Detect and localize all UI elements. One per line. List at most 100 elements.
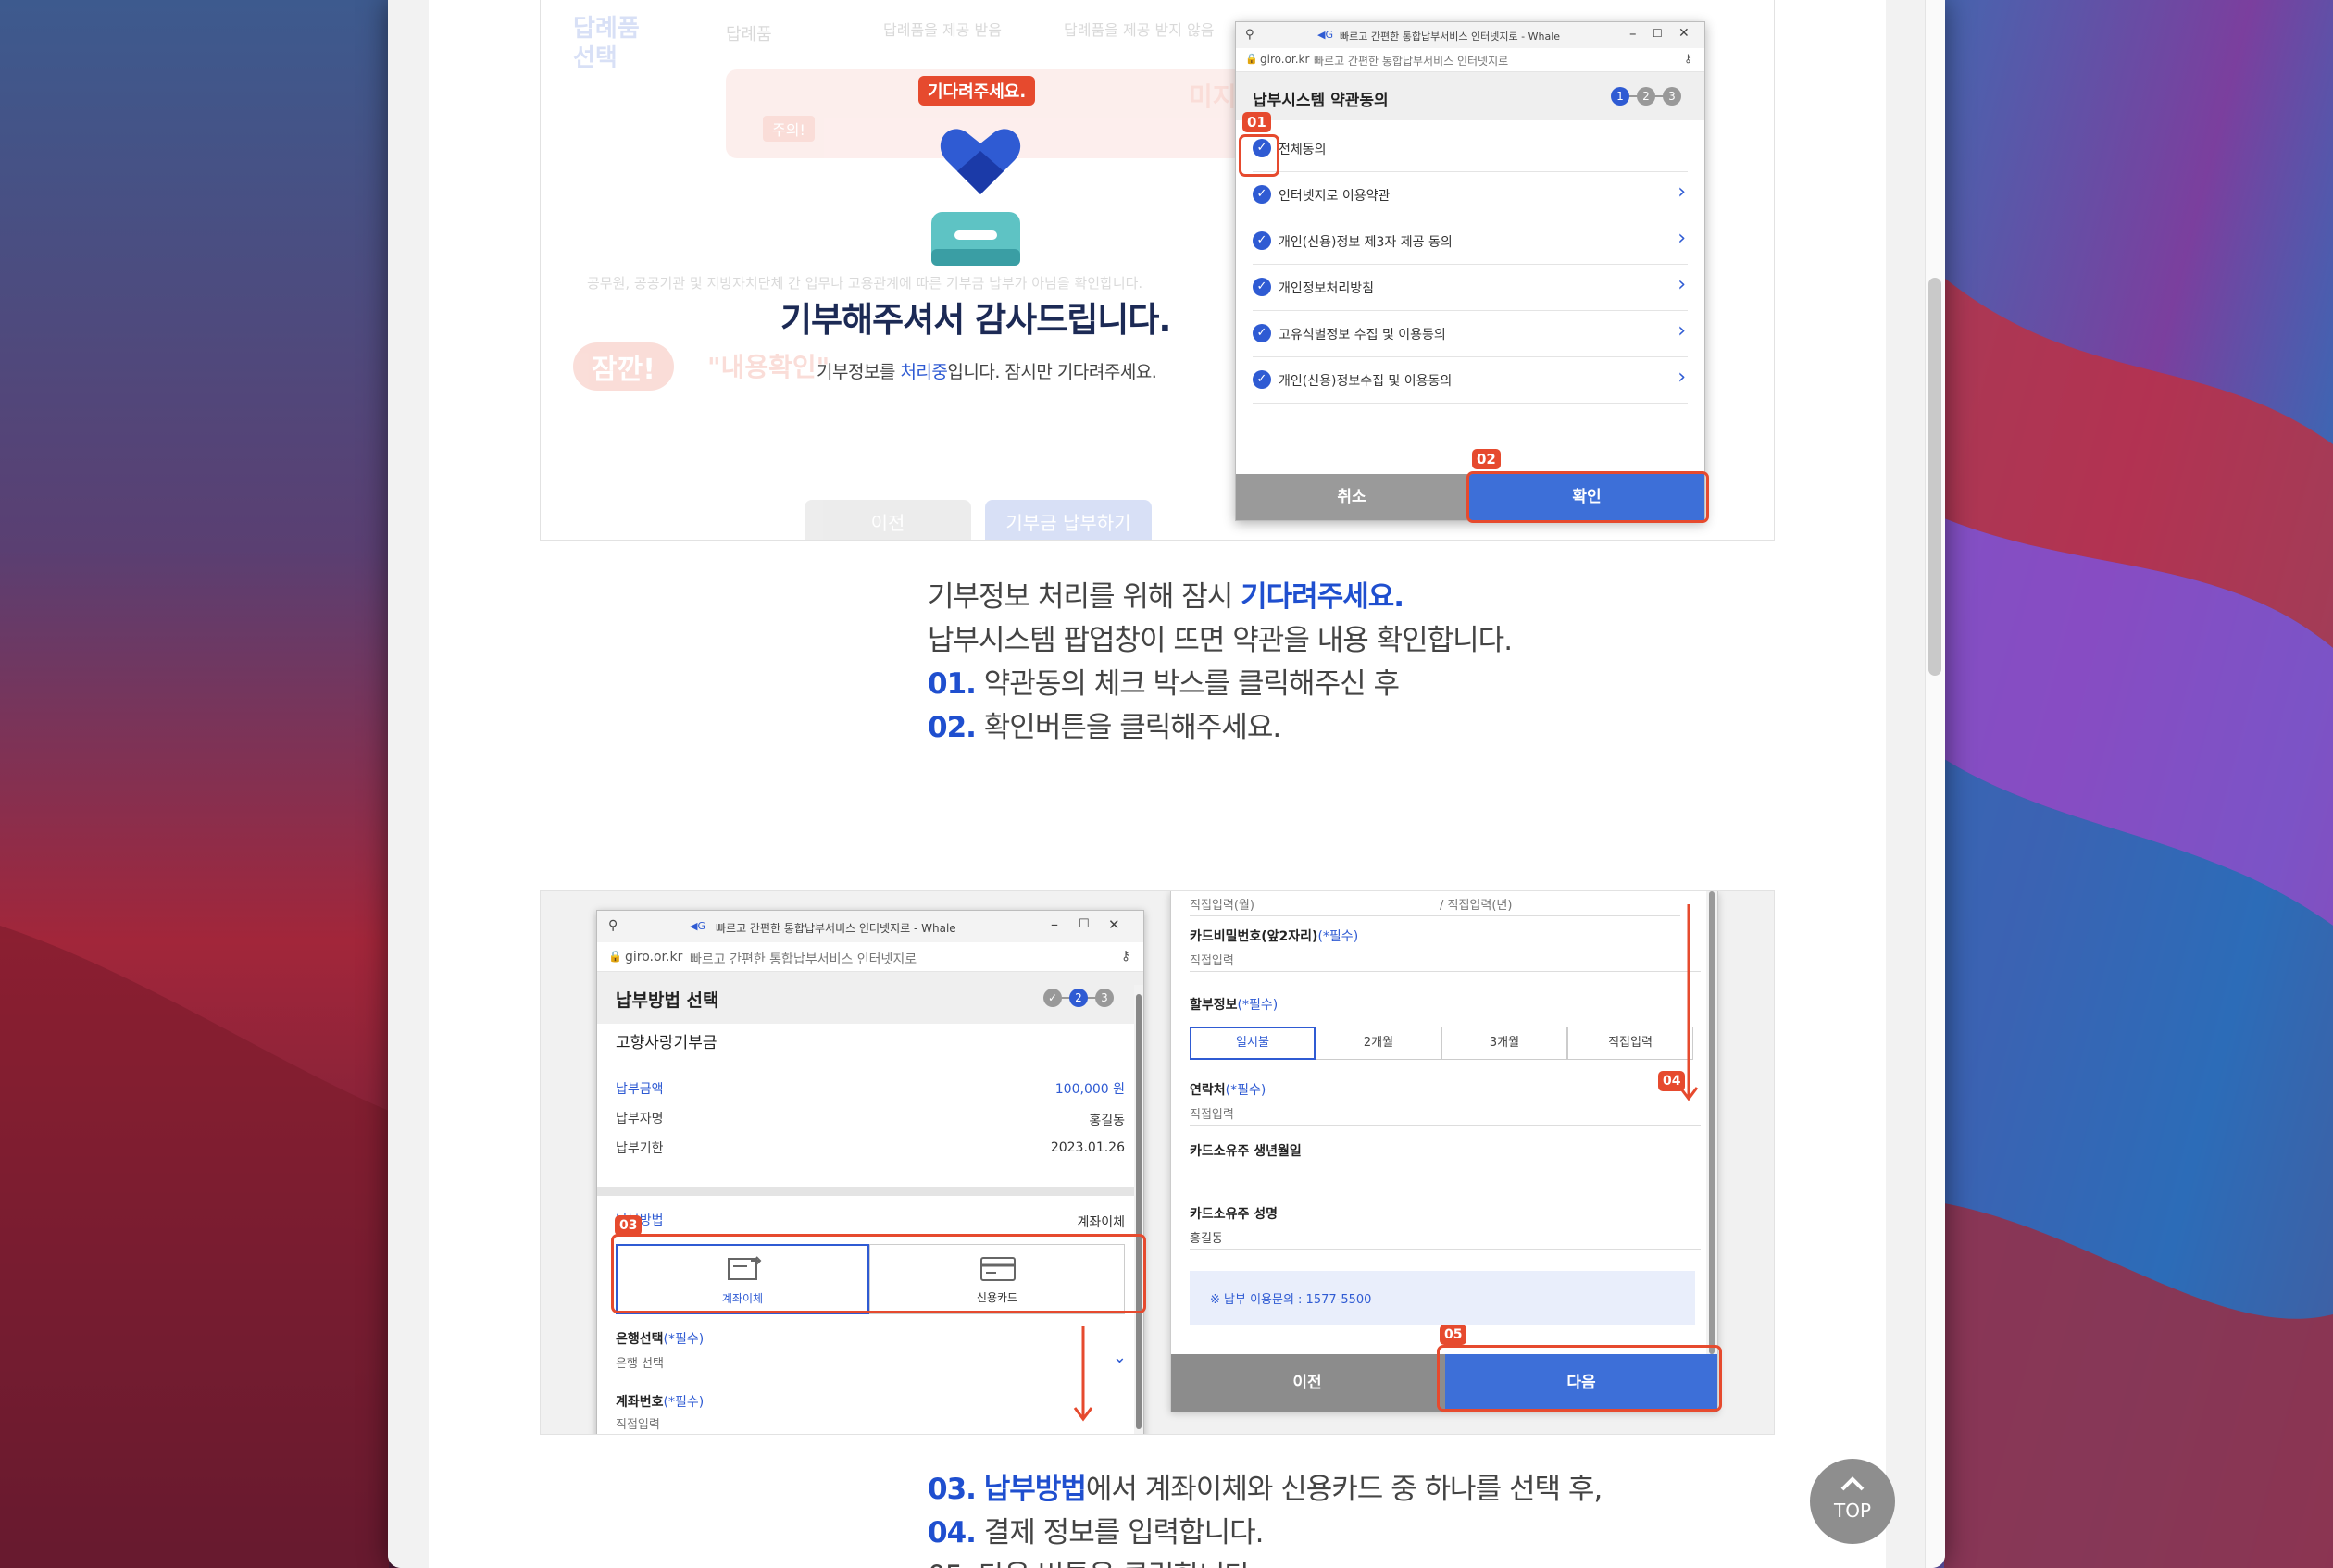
pin-icon[interactable]: ⚲ bbox=[608, 918, 618, 933]
instruction-line-1: 기부정보 처리를 위해 잠시 기다려주세요. bbox=[928, 580, 1404, 614]
divider bbox=[1190, 915, 1680, 916]
chevron-right-icon[interactable]: › bbox=[1678, 182, 1686, 203]
panel-scrollbar[interactable] bbox=[1706, 891, 1717, 1354]
whale-logo-icon: ◀G bbox=[1317, 29, 1333, 41]
instruction-line-2: 납부시스템 팝업창이 뜨면 약관을 내용 확인합니다. bbox=[928, 624, 1513, 657]
organization-name: 고향사랑기부금 bbox=[616, 1034, 717, 1052]
terms-checkbox-3[interactable]: ✓ bbox=[1253, 278, 1271, 296]
method-value: 계좌이체 bbox=[1077, 1215, 1125, 1230]
whale-logo-icon: ◀G bbox=[690, 920, 705, 932]
installment-option-2[interactable]: 2개월 bbox=[1316, 1027, 1441, 1060]
close-icon[interactable]: ✕ bbox=[1678, 26, 1690, 41]
minimize-icon[interactable]: – bbox=[1629, 25, 1637, 42]
terms-label-5: 개인(신용)정보수집 및 이용동의 bbox=[1279, 374, 1453, 389]
terms-row-2[interactable]: ✓ 개인(신용)정보 제3자 제공 동의 › bbox=[1253, 218, 1688, 265]
scrollbar-thumb[interactable] bbox=[1928, 278, 1941, 676]
chevron-down-icon[interactable]: ⌄ bbox=[1113, 1348, 1127, 1367]
chevron-right-icon[interactable]: › bbox=[1678, 229, 1686, 249]
terms-checkbox-1[interactable]: ✓ bbox=[1253, 185, 1271, 204]
section-divider bbox=[597, 1187, 1143, 1196]
step-1: 1 bbox=[1611, 87, 1629, 106]
step-2: 2 bbox=[1069, 989, 1088, 1007]
confirm-content-text: "내용확인" bbox=[707, 352, 830, 382]
all-agree-row[interactable]: ✓ 전체동의 bbox=[1253, 126, 1688, 172]
top-label: TOP bbox=[1833, 1500, 1872, 1522]
key-icon: ⚷ bbox=[1684, 52, 1692, 65]
bg-prev-button: 이전 bbox=[805, 500, 971, 540]
birth-label[interactable]: 카드소유주 생년월일 bbox=[1190, 1141, 1302, 1160]
owner-input[interactable]: 홍길동 bbox=[1190, 1228, 1223, 1246]
wait-banner: 잠깐! bbox=[573, 342, 674, 391]
inquiry-text: ※ 납부 이용문의 : 1577-5500 bbox=[1210, 1293, 1372, 1307]
pin-icon[interactable]: ⚲ bbox=[1245, 28, 1254, 42]
browser-window: 답례품 선택 답례품 답례품을 제공 받음 답례품을 제공 받지 않음 미지급 … bbox=[388, 0, 1945, 1568]
lock-icon: 🔒 bbox=[608, 950, 622, 963]
terms-checkbox-4[interactable]: ✓ bbox=[1253, 324, 1271, 342]
terms-row-3[interactable]: ✓ 개인정보처리방침 › bbox=[1253, 265, 1688, 311]
terms-checkbox-5[interactable]: ✓ bbox=[1253, 370, 1271, 389]
card-password-input[interactable]: 직접입력 bbox=[1190, 951, 1234, 968]
terms-row-4[interactable]: ✓ 고유식별정보 수집 및 이용동의 › bbox=[1253, 311, 1688, 357]
chevron-right-icon[interactable]: › bbox=[1678, 275, 1686, 295]
panel-scrollbar-thumb[interactable] bbox=[1709, 891, 1715, 1354]
minimize-icon[interactable]: – bbox=[1051, 915, 1058, 933]
all-agree-label: 전체동의 bbox=[1279, 143, 1327, 157]
screenshot-terms-agreement: 답례품 선택 답례품 답례품을 제공 받음 답례품을 제공 받지 않음 미지급 … bbox=[540, 0, 1775, 541]
step-3: 3 bbox=[1095, 989, 1114, 1007]
contact-input[interactable]: 직접입력 bbox=[1190, 1104, 1234, 1122]
divider bbox=[1190, 971, 1701, 972]
amount-value: 100,000 원 bbox=[1054, 1082, 1125, 1097]
maximize-icon[interactable]: ☐ bbox=[1653, 27, 1663, 40]
account-label: 계좌번호(*필수) bbox=[616, 1395, 705, 1410]
popup-scrollbar[interactable] bbox=[1134, 985, 1143, 1434]
highlight-confirm bbox=[1466, 471, 1709, 523]
wait-tag: 기다려주세요. bbox=[918, 76, 1036, 106]
gift-select-label: 답례품 선택 bbox=[573, 15, 640, 72]
page-gutter-right bbox=[1886, 0, 1927, 1568]
close-icon[interactable]: ✕ bbox=[1108, 916, 1120, 933]
prev-button[interactable]: 이전 bbox=[1171, 1354, 1443, 1412]
maximize-icon[interactable]: ☐ bbox=[1079, 917, 1090, 931]
bank-label: 은행선택(*필수) bbox=[616, 1332, 705, 1347]
official-check-note: 공무원, 공공기관 및 지방자치단체 간 업무나 고용관계에 따른 기부금 납부… bbox=[587, 275, 1143, 292]
thanks-heading: 기부해주셔서 감사드립니다. bbox=[780, 300, 1171, 340]
gift-option-decline: 답례품을 제공 받지 않음 bbox=[1064, 21, 1215, 39]
installment-option-3[interactable]: 3개월 bbox=[1441, 1027, 1567, 1060]
page-gutter-left bbox=[388, 0, 429, 1568]
instruction-line-3: 01. 약관동의 체크 박스를 클릭해주신 후 bbox=[928, 667, 1400, 701]
lock-icon: 🔒 bbox=[1245, 53, 1258, 65]
popup-title: 빠르고 간편한 통합납부서비스 인터넷지로 - Whale bbox=[1340, 31, 1561, 43]
heart-icon bbox=[940, 129, 1021, 194]
installment-option-4[interactable]: 직접입력 bbox=[1567, 1027, 1693, 1060]
step-2: 2 bbox=[1637, 87, 1655, 106]
chevron-right-icon[interactable]: › bbox=[1678, 321, 1686, 342]
terms-row-5[interactable]: ✓ 개인(신용)정보수집 및 이용동의 › bbox=[1253, 357, 1688, 404]
chevron-right-icon[interactable]: › bbox=[1678, 367, 1686, 388]
account-input[interactable]: 직접입력 bbox=[616, 1414, 660, 1432]
terms-checkbox-2[interactable]: ✓ bbox=[1253, 231, 1271, 250]
payer-label: 납부자명 bbox=[616, 1112, 664, 1126]
chevron-up-icon bbox=[1840, 1476, 1865, 1491]
step-badge-04: 04 bbox=[1658, 1071, 1686, 1091]
terms-row-1[interactable]: ✓ 인터넷지로 이용약관 › bbox=[1253, 172, 1688, 218]
popup-url-bar: 🔒 giro.or.kr 빠르고 간편한 통합납부서비스 인터넷지로 ⚷ bbox=[597, 942, 1143, 972]
processing-text: 기부정보를 처리중입니다. 잠시만 기다려주세요. bbox=[817, 362, 1157, 382]
terms-popup-window: ⚲ ◀G 빠르고 간편한 통합납부서비스 인터넷지로 - Whale – ☐ ✕… bbox=[1235, 21, 1705, 521]
terms-label-3: 개인정보처리방침 bbox=[1279, 281, 1375, 296]
cancel-button[interactable]: 취소 bbox=[1236, 474, 1467, 520]
payer-value: 홍길동 bbox=[1089, 1114, 1125, 1128]
popup-scrollbar-thumb[interactable] bbox=[1136, 994, 1142, 1429]
installment-option-1[interactable]: 일시불 bbox=[1190, 1027, 1316, 1060]
scroll-to-top-button[interactable]: TOP bbox=[1810, 1459, 1895, 1544]
popup-header: 납부시스템 약관동의 1 2 3 bbox=[1236, 72, 1704, 120]
card-password-label: 카드비밀번호(앞2자리)(*필수) bbox=[1190, 929, 1359, 944]
expiry-year-input[interactable]: / 직접입력(년) bbox=[1440, 895, 1512, 913]
bank-select[interactable]: 은행 선택 ⌄ bbox=[616, 1348, 1127, 1375]
expiry-month-input[interactable]: 직접입력(월) bbox=[1190, 895, 1254, 913]
terms-label-1: 인터넷지로 이용약관 bbox=[1279, 189, 1391, 204]
popup-url-bar: 🔒 giro.or.kr 빠르고 간편한 통합납부서비스 인터넷지로 ⚷ bbox=[1236, 48, 1704, 72]
terms-label-4: 고유식별정보 수집 및 이용동의 bbox=[1279, 328, 1446, 342]
scrollbar[interactable] bbox=[1925, 0, 1945, 1568]
card-icon bbox=[931, 212, 1020, 266]
step-badge-01: 01 bbox=[1242, 112, 1271, 132]
